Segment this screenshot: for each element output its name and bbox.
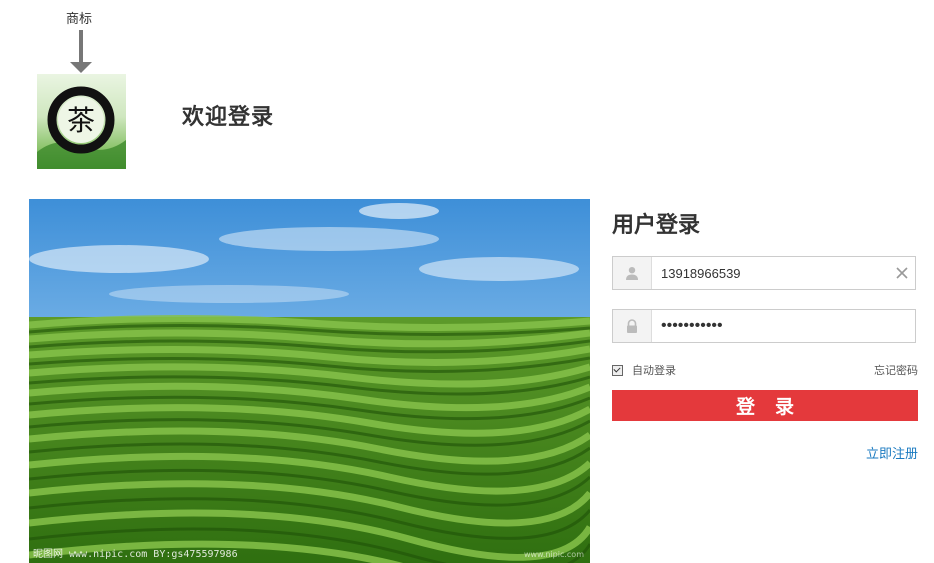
logo-annotation-label: 商标 [66,12,93,27]
register-link[interactable]: 立即注册 [866,443,918,462]
user-icon [613,257,652,289]
login-title: 用户登录 [612,213,701,238]
photo-watermark-right: www.nipic.com [523,550,584,559]
tea-field-photo: 昵图网 www.nipic.com BY:gs475597986 www.nip… [29,199,590,563]
clear-input-icon[interactable] [893,264,911,282]
forgot-password-link[interactable]: 忘记密码 [874,362,918,378]
logo-character: 茶 [67,104,95,137]
tea-logo-icon: 茶 [37,74,126,169]
photo-watermark: 昵图网 www.nipic.com BY:gs475597986 [33,549,238,560]
welcome-title: 欢迎登录 [182,105,275,130]
lock-icon [613,310,652,342]
annotation-arrow-down-icon [79,30,83,63]
auto-login-label: 自动登录 [632,364,676,377]
annotation-arrowhead [70,62,92,73]
login-button[interactable]: 登录 [612,390,918,421]
auto-login-option[interactable]: 自动登录 [612,362,676,378]
password-input[interactable] [661,310,891,342]
username-field[interactable] [612,256,916,290]
auto-login-checkbox[interactable] [612,364,623,376]
username-input[interactable] [661,257,891,289]
password-field[interactable] [612,309,916,343]
